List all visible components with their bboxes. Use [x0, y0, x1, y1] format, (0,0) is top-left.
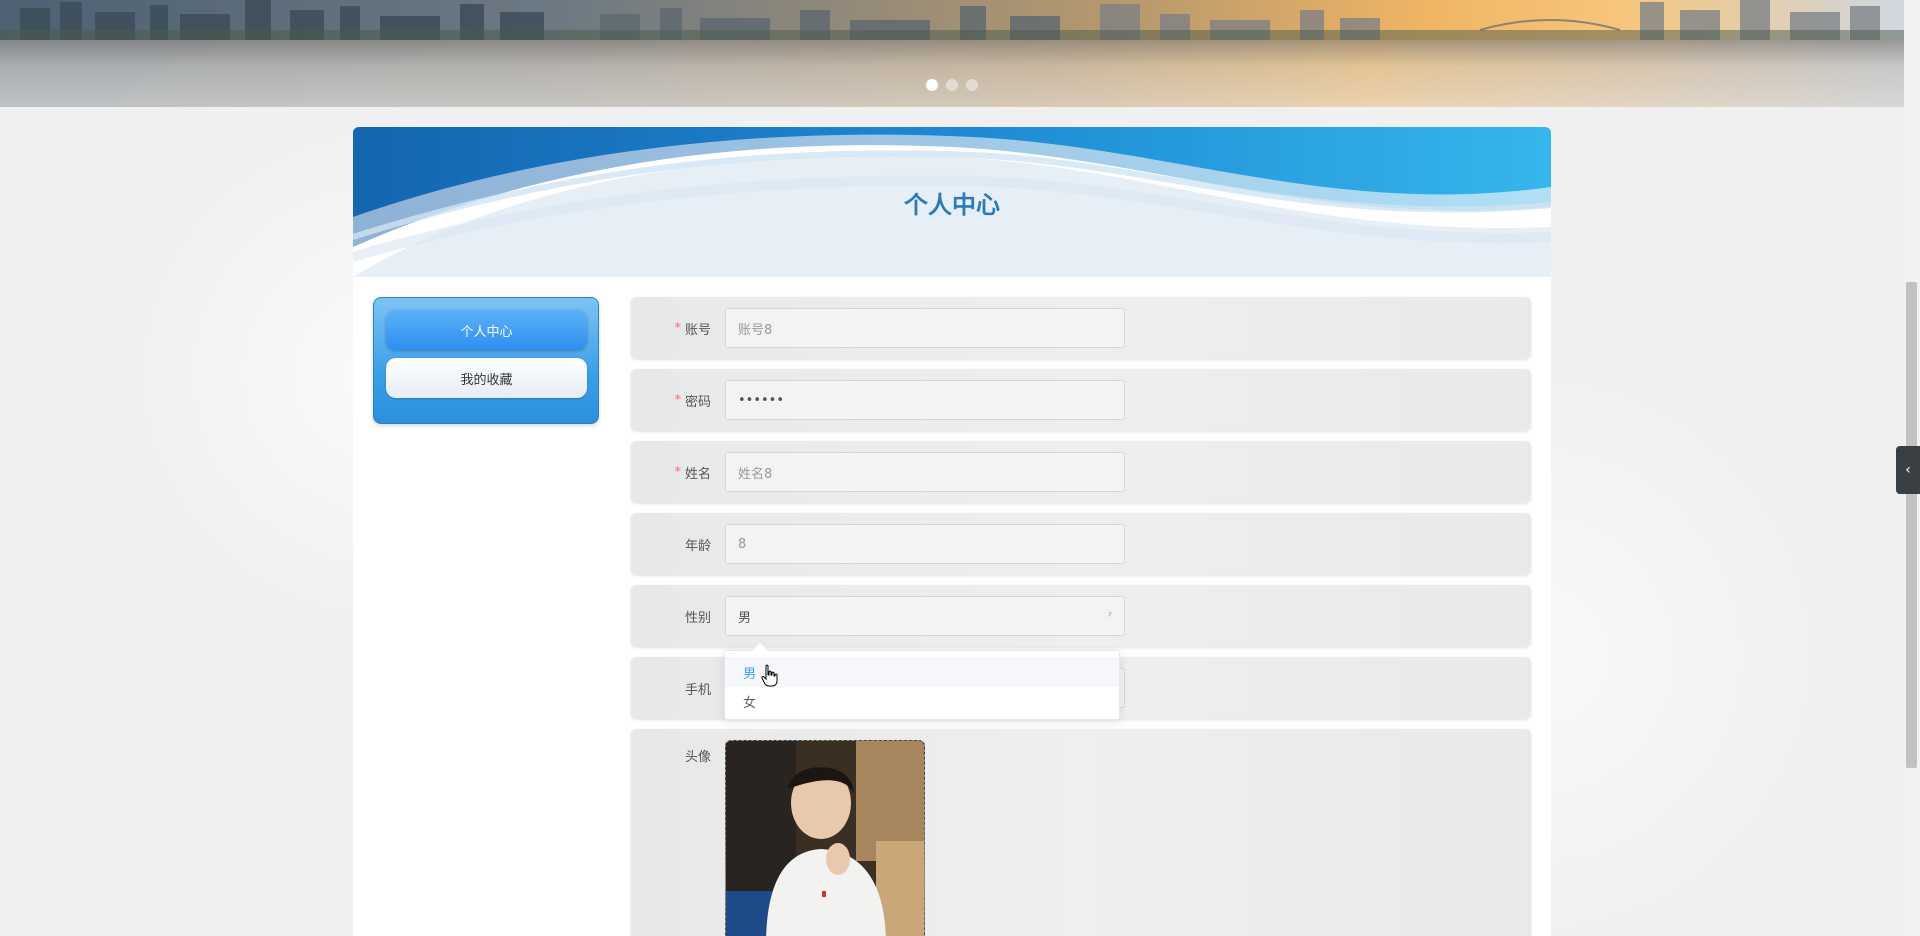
profile-card: 个人中心 个人中心 我的收藏 * 账号 账号8 * 密码 •••••• * 姓名… [353, 127, 1551, 936]
gender-select-value: 男 [738, 610, 752, 626]
avatar-label: 头像 [684, 749, 711, 765]
gender-option-male[interactable]: 男 [725, 657, 1119, 687]
menu-item-profile[interactable]: 个人中心 [386, 310, 587, 350]
carousel-indicators [926, 79, 978, 91]
required-marker: * [674, 320, 681, 336]
age-input[interactable]: 8 [725, 524, 1125, 564]
city-skyline-image [0, 0, 1904, 40]
name-label: * 姓名 [674, 464, 711, 482]
account-label: * 账号 [674, 320, 711, 338]
chevron-up-icon: ˀ [1107, 610, 1112, 623]
phone-label: 手机 [684, 682, 711, 698]
password-label: * 密码 [674, 392, 711, 410]
page-scrollbar-thumb[interactable] [1906, 282, 1917, 768]
carousel-dot-1[interactable] [926, 79, 938, 91]
password-input[interactable]: •••••• [725, 380, 1125, 420]
avatar-upload[interactable] [725, 740, 925, 936]
page-title: 个人中心 [904, 191, 1000, 219]
account-input[interactable]: 账号8 [725, 308, 1125, 348]
form-row-gender: 性别 男 ˀ [631, 585, 1531, 647]
side-menu: 个人中心 我的收藏 [373, 297, 599, 424]
age-label: 年龄 [684, 538, 711, 554]
required-marker: * [674, 392, 681, 408]
gender-dropdown: 男 女 [724, 650, 1120, 720]
gender-select[interactable]: 男 ˀ [725, 596, 1125, 636]
avatar-image [726, 741, 924, 936]
name-input[interactable]: 姓名8 [725, 452, 1125, 492]
form-row-avatar: 头像 [631, 729, 1531, 936]
hand-pointer-icon [761, 664, 778, 687]
form-row-account: * 账号 账号8 [631, 297, 1531, 359]
gender-option-female[interactable]: 女 [725, 686, 1119, 716]
side-panel-toggle[interactable]: ‹ [1896, 446, 1920, 494]
chevron-left-icon: ‹ [1905, 462, 1911, 478]
form-row-age: 年龄 8 [631, 513, 1531, 575]
form-row-name: * 姓名 姓名8 [631, 441, 1531, 503]
gender-label: 性别 [684, 610, 711, 626]
carousel-dot-3[interactable] [966, 79, 978, 91]
banner-water-shade [0, 40, 1904, 107]
required-marker: * [674, 464, 681, 480]
banner-carousel[interactable] [0, 0, 1904, 107]
carousel-dot-2[interactable] [946, 79, 958, 91]
form-row-password: * 密码 •••••• [631, 369, 1531, 431]
menu-item-favorites[interactable]: 我的收藏 [386, 358, 587, 398]
